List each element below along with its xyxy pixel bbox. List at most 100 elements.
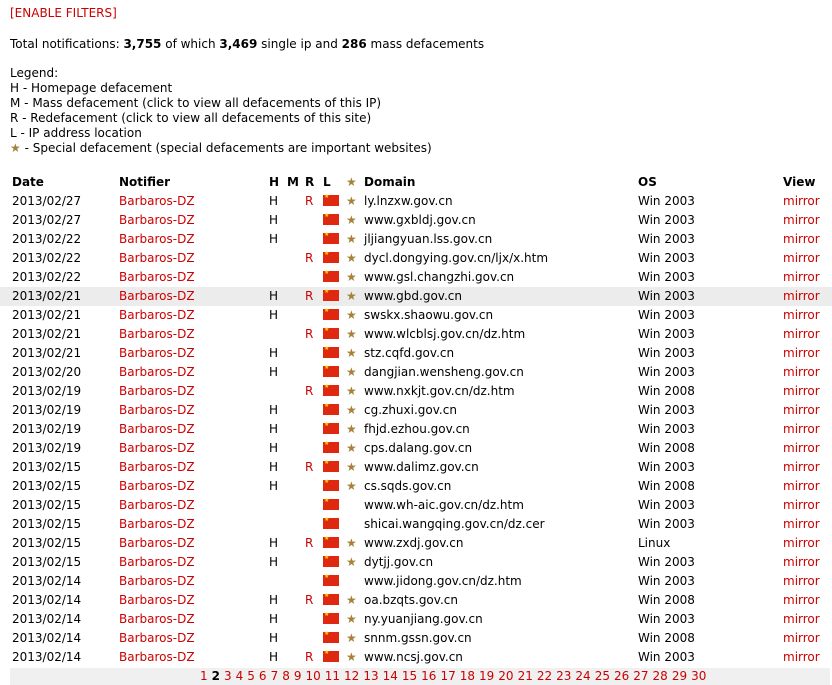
mirror-link[interactable]: mirror	[783, 536, 820, 550]
mirror-link[interactable]: mirror	[783, 194, 820, 208]
mirror-link[interactable]: mirror	[783, 555, 820, 569]
page-link-14[interactable]: 14	[383, 669, 398, 683]
notifier-link[interactable]: Barbaros-DZ	[119, 479, 195, 493]
homepage-flag: H	[269, 308, 279, 322]
notifier-link[interactable]: Barbaros-DZ	[119, 441, 195, 455]
row-domain: shicai.wangqing.gov.cn/dz.cer	[364, 517, 545, 531]
page-link-6[interactable]: 6	[259, 669, 267, 683]
mirror-link[interactable]: mirror	[783, 650, 820, 664]
redeface-link[interactable]: R	[305, 650, 313, 664]
mirror-link[interactable]: mirror	[783, 574, 820, 588]
header-domain: Domain	[364, 175, 416, 189]
page-link-3[interactable]: 3	[224, 669, 232, 683]
mirror-link[interactable]: mirror	[783, 593, 820, 607]
china-flag-icon	[323, 250, 339, 263]
mirror-link[interactable]: mirror	[783, 422, 820, 436]
mirror-link[interactable]: mirror	[783, 289, 820, 303]
notifier-link[interactable]: Barbaros-DZ	[119, 574, 195, 588]
notifier-link[interactable]: Barbaros-DZ	[119, 612, 195, 626]
mirror-link[interactable]: mirror	[783, 308, 820, 322]
redeface-link[interactable]: R	[305, 289, 313, 303]
notifier-link[interactable]: Barbaros-DZ	[119, 213, 195, 227]
notifier-link[interactable]: Barbaros-DZ	[119, 251, 195, 265]
redeface-link[interactable]: R	[305, 536, 313, 550]
page-link-5[interactable]: 5	[247, 669, 255, 683]
page-link-15[interactable]: 15	[402, 669, 417, 683]
page-link-27[interactable]: 27	[633, 669, 648, 683]
mirror-link[interactable]: mirror	[783, 251, 820, 265]
notifier-link[interactable]: Barbaros-DZ	[119, 422, 195, 436]
notifier-link[interactable]: Barbaros-DZ	[119, 631, 195, 645]
redeface-link[interactable]: R	[305, 327, 313, 341]
table-row: 2013/02/27 Barbaros-DZ H R ★ ly.lnzxw.gov.cn W…	[0, 192, 832, 211]
notifier-link[interactable]: Barbaros-DZ	[119, 517, 195, 531]
mirror-link[interactable]: mirror	[783, 232, 820, 246]
page-link-18[interactable]: 18	[460, 669, 475, 683]
notifier-link[interactable]: Barbaros-DZ	[119, 308, 195, 322]
china-flag-icon	[323, 535, 339, 548]
redeface-link[interactable]: R	[305, 460, 313, 474]
page-link-29[interactable]: 29	[672, 669, 687, 683]
page-link-7[interactable]: 7	[271, 669, 279, 683]
notifier-link[interactable]: Barbaros-DZ	[119, 270, 195, 284]
page-link-9[interactable]: 9	[294, 669, 302, 683]
page-link-11[interactable]: 11	[325, 669, 340, 683]
mirror-link[interactable]: mirror	[783, 517, 820, 531]
notifier-link[interactable]: Barbaros-DZ	[119, 593, 195, 607]
page-link-1[interactable]: 1	[200, 669, 208, 683]
redeface-link[interactable]: R	[305, 593, 313, 607]
redeface-link[interactable]: R	[305, 194, 313, 208]
redeface-link[interactable]: R	[305, 384, 313, 398]
mirror-link[interactable]: mirror	[783, 384, 820, 398]
page: [ENABLE FILTERS] Total notifications: 3,…	[0, 0, 832, 685]
notifier-link[interactable]: Barbaros-DZ	[119, 327, 195, 341]
page-link-10[interactable]: 10	[305, 669, 320, 683]
page-link-12[interactable]: 12	[344, 669, 359, 683]
mirror-link[interactable]: mirror	[783, 479, 820, 493]
page-link-4[interactable]: 4	[236, 669, 244, 683]
page-link-8[interactable]: 8	[282, 669, 290, 683]
notifier-link[interactable]: Barbaros-DZ	[119, 403, 195, 417]
row-date: 2013/02/19	[12, 441, 82, 455]
page-link-20[interactable]: 20	[498, 669, 513, 683]
enable-filters-link[interactable]: [ENABLE FILTERS]	[10, 6, 117, 20]
mirror-link[interactable]: mirror	[783, 612, 820, 626]
page-link-17[interactable]: 17	[440, 669, 455, 683]
notifier-link[interactable]: Barbaros-DZ	[119, 346, 195, 360]
notifier-link[interactable]: Barbaros-DZ	[119, 194, 195, 208]
row-date: 2013/02/14	[12, 574, 82, 588]
page-link-26[interactable]: 26	[614, 669, 629, 683]
page-link-30[interactable]: 30	[691, 669, 706, 683]
mirror-link[interactable]: mirror	[783, 213, 820, 227]
notifier-link[interactable]: Barbaros-DZ	[119, 650, 195, 664]
mirror-link[interactable]: mirror	[783, 460, 820, 474]
page-link-16[interactable]: 16	[421, 669, 436, 683]
notifier-link[interactable]: Barbaros-DZ	[119, 232, 195, 246]
mirror-link[interactable]: mirror	[783, 498, 820, 512]
notifier-link[interactable]: Barbaros-DZ	[119, 536, 195, 550]
notifier-link[interactable]: Barbaros-DZ	[119, 460, 195, 474]
notifier-link[interactable]: Barbaros-DZ	[119, 384, 195, 398]
mirror-link[interactable]: mirror	[783, 346, 820, 360]
page-link-25[interactable]: 25	[595, 669, 610, 683]
legend-title: Legend:	[10, 66, 59, 80]
page-link-21[interactable]: 21	[518, 669, 533, 683]
mirror-link[interactable]: mirror	[783, 631, 820, 645]
redeface-link[interactable]: R	[305, 251, 313, 265]
page-link-22[interactable]: 22	[537, 669, 552, 683]
mirror-link[interactable]: mirror	[783, 365, 820, 379]
mirror-link[interactable]: mirror	[783, 270, 820, 284]
notifier-link[interactable]: Barbaros-DZ	[119, 289, 195, 303]
mirror-link[interactable]: mirror	[783, 441, 820, 455]
mirror-link[interactable]: mirror	[783, 403, 820, 417]
notifier-link[interactable]: Barbaros-DZ	[119, 365, 195, 379]
mirror-link[interactable]: mirror	[783, 327, 820, 341]
page-link-13[interactable]: 13	[363, 669, 378, 683]
page-link-24[interactable]: 24	[575, 669, 590, 683]
notifier-link[interactable]: Barbaros-DZ	[119, 498, 195, 512]
row-domain: www.jidong.gov.cn/dz.htm	[364, 574, 522, 588]
notifier-link[interactable]: Barbaros-DZ	[119, 555, 195, 569]
page-link-23[interactable]: 23	[556, 669, 571, 683]
page-link-19[interactable]: 19	[479, 669, 494, 683]
page-link-28[interactable]: 28	[653, 669, 668, 683]
